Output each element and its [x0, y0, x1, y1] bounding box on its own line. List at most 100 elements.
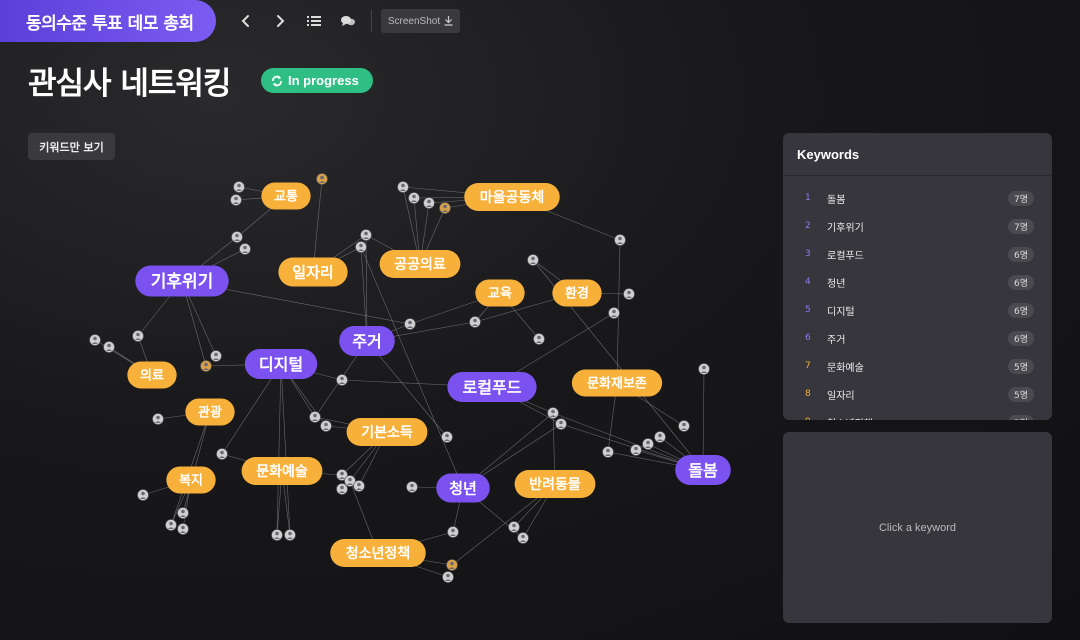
keyword-count: 6명	[1007, 302, 1034, 318]
keyword-node-bokji[interactable]: 복지	[166, 466, 216, 494]
participant-avatar[interactable]	[602, 446, 614, 458]
keyword-node-hwangyeong[interactable]: 환경	[552, 279, 602, 307]
keyword-node-dolbom[interactable]: 돌봄	[675, 455, 731, 485]
participant-avatar[interactable]	[284, 529, 296, 541]
keyword-list-item[interactable]: 4 청년 6명	[783, 268, 1052, 296]
participant-avatar[interactable]	[216, 448, 228, 460]
participant-avatar[interactable]	[408, 192, 420, 204]
keyword-list-item[interactable]: 6 주거 6명	[783, 324, 1052, 352]
participant-avatar[interactable]	[239, 243, 251, 255]
keyword-node-jugeo[interactable]: 주거	[339, 326, 395, 356]
participant-avatar[interactable]	[642, 438, 654, 450]
participant-avatar[interactable]	[230, 194, 242, 206]
participant-avatar[interactable]	[177, 507, 189, 519]
participant-avatar[interactable]	[623, 288, 635, 300]
keyword-node-cheongso[interactable]: 청소년정책	[330, 539, 426, 567]
keyword-node-gibon[interactable]: 기본소득	[346, 418, 428, 446]
keyword-list-item[interactable]: 1 돌봄 7명	[783, 184, 1052, 212]
participant-avatar[interactable]	[165, 519, 177, 531]
keyword-node-local[interactable]: 로컬푸드	[447, 372, 537, 402]
participant-avatar[interactable]	[231, 231, 243, 243]
keyword-rank: 8	[805, 389, 811, 399]
keyword-node-label: 복지	[179, 474, 203, 489]
keyword-node-uiryo[interactable]: 의료	[127, 361, 177, 389]
keyword-node-munhwajae[interactable]: 문화재보존	[571, 369, 663, 397]
keyword-list-item[interactable]: 8 일자리 5명	[783, 380, 1052, 408]
participant-avatar[interactable]	[442, 571, 454, 583]
keyword-list-item[interactable]: 5 디지털 6명	[783, 296, 1052, 324]
graph-edge	[702, 368, 705, 471]
participant-avatar[interactable]	[547, 407, 559, 419]
keyword-node-label: 문화재보존	[587, 376, 647, 392]
keyword-node-munhwa[interactable]: 문화예술	[241, 457, 323, 485]
keyword-rank: 1	[805, 193, 811, 203]
keyword-node-label: 환경	[565, 286, 589, 302]
keyword-node-maeul[interactable]: 마을공동체	[464, 183, 560, 211]
keyword-name: 주거	[827, 334, 846, 346]
participant-avatar[interactable]	[210, 350, 222, 362]
participant-avatar[interactable]	[397, 181, 409, 193]
participant-avatar[interactable]	[360, 229, 372, 241]
participant-avatar[interactable]	[353, 480, 365, 492]
participant-avatar[interactable]	[233, 181, 245, 193]
keyword-node-gwangwang[interactable]: 관광	[185, 398, 235, 426]
participant-avatar[interactable]	[89, 334, 101, 346]
participant-avatar[interactable]	[614, 234, 626, 246]
participant-avatar[interactable]	[423, 197, 435, 209]
keyword-list-item[interactable]: 7 문화예술 5명	[783, 352, 1052, 380]
keyword-list-item[interactable]: 9청소년정책5명	[783, 408, 1052, 420]
participant-avatar[interactable]	[103, 341, 115, 353]
participant-avatar[interactable]	[320, 420, 332, 432]
keyword-name: 청년	[827, 278, 846, 290]
keywords-list: 1 돌봄 7명 2 기후위기 7명 3 로컬푸드 6명 4 청년 6명 5 디지털 6명 6 주거 6명 7 문화예술…	[783, 176, 1052, 420]
keyword-node-gyoyuk[interactable]: 교육	[475, 279, 525, 307]
keyword-node-banryeo[interactable]: 반려동물	[514, 470, 596, 498]
keyword-rank: 4	[805, 277, 811, 287]
keyword-list-item[interactable]: 3 로컬푸드 6명	[783, 240, 1052, 268]
participant-avatar[interactable]	[441, 431, 453, 443]
participant-avatar[interactable]	[527, 254, 539, 266]
participant-avatar[interactable]	[316, 173, 328, 185]
keyword-count: 6명	[1007, 330, 1034, 346]
participant-avatar[interactable]	[508, 521, 520, 533]
participant-avatar[interactable]	[446, 559, 458, 571]
participant-avatar[interactable]	[439, 202, 451, 214]
participant-avatar[interactable]	[630, 444, 642, 456]
participant-avatar[interactable]	[355, 241, 367, 253]
participant-avatar[interactable]	[152, 413, 164, 425]
participant-avatar[interactable]	[447, 526, 459, 538]
participant-avatar[interactable]	[336, 483, 348, 495]
participant-avatar[interactable]	[137, 489, 149, 501]
keyword-node-label: 교통	[274, 190, 298, 205]
keyword-node-gonggong[interactable]: 공공의료	[379, 250, 461, 278]
keyword-node-cheongnyeon[interactable]: 청년	[436, 473, 490, 503]
keyword-node-gyotong[interactable]: 교통	[261, 182, 311, 210]
participant-avatar[interactable]	[533, 333, 545, 345]
participant-avatar[interactable]	[469, 316, 481, 328]
keyword-node-gihu[interactable]: 기후위기	[135, 265, 229, 297]
participant-avatar[interactable]	[406, 481, 418, 493]
participant-avatar[interactable]	[200, 360, 212, 372]
keyword-count: 6명	[1007, 246, 1034, 262]
graph-edge	[280, 363, 291, 536]
participant-avatar[interactable]	[608, 307, 620, 319]
participant-avatar[interactable]	[177, 523, 189, 535]
keyword-node-digital[interactable]: 디지털	[244, 349, 318, 379]
participant-avatar[interactable]	[698, 363, 710, 375]
participant-avatar[interactable]	[336, 374, 348, 386]
keyword-list-item[interactable]: 2 기후위기 7명	[783, 212, 1052, 240]
participant-avatar[interactable]	[132, 330, 144, 342]
keyword-node-label: 청년	[449, 479, 477, 497]
participant-avatar[interactable]	[404, 318, 416, 330]
participant-avatar[interactable]	[309, 411, 321, 423]
participant-avatar[interactable]	[517, 532, 529, 544]
participant-avatar[interactable]	[555, 418, 567, 430]
participant-avatar[interactable]	[678, 420, 690, 432]
keyword-rank: 9	[805, 417, 827, 420]
keyword-rank: 5	[805, 305, 811, 315]
network-graph[interactable]: 교통 마을공동체기후위기 일자리 공공의료교육 환경주거의료 디지털로컬푸드 문화재보존관광…	[0, 0, 780, 640]
participant-avatar[interactable]	[271, 529, 283, 541]
keyword-node-label: 돌봄	[688, 461, 718, 480]
keyword-node-iljari[interactable]: 일자리	[278, 257, 348, 287]
participant-avatar[interactable]	[654, 431, 666, 443]
